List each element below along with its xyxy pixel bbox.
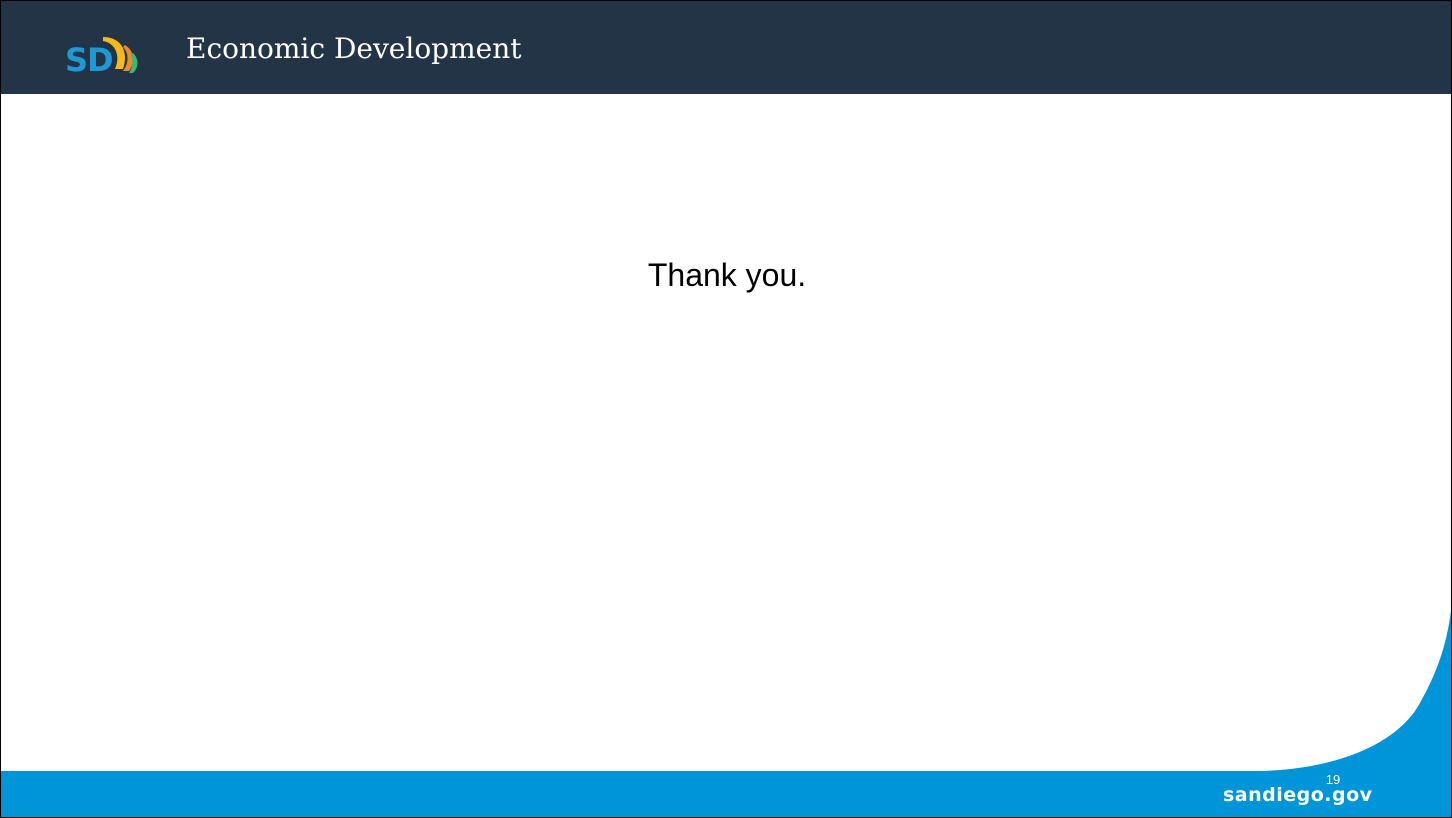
slide: S D Economic Development Thank you. 19 s… bbox=[0, 0, 1452, 818]
footer-site-url: sandiego.gov bbox=[1223, 784, 1373, 806]
footer-wave bbox=[1, 611, 1451, 817]
